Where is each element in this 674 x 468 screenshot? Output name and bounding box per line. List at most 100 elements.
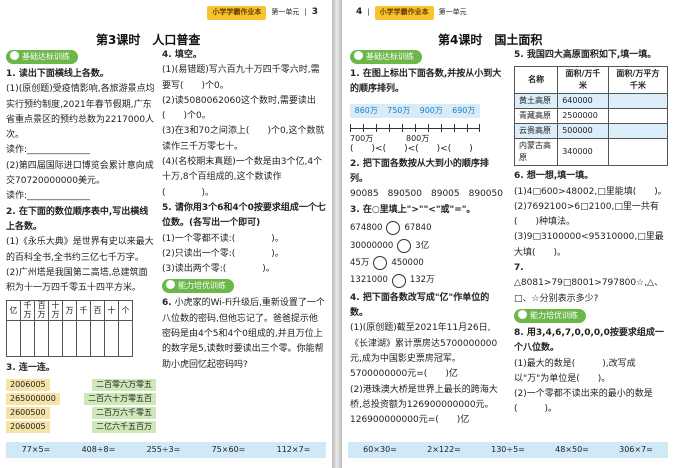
- table-header: 名称: [513, 66, 559, 95]
- question-1-part-2: (2)第四届国际进口博览会累计意向成交70720000000美元。: [6, 160, 154, 187]
- question-6-item[interactable]: (2)7692100>6□2100,□里一共有( )种填法。: [514, 200, 668, 231]
- math-item: 77×5=: [21, 445, 51, 455]
- math-item: 255÷3=: [146, 445, 181, 455]
- match-row[interactable]: 2600500 二百万六千零五: [6, 406, 156, 419]
- question-7-title: 7.: [514, 263, 524, 274]
- compare-row[interactable]: 674800 67840: [350, 221, 506, 236]
- page-number: 4: [356, 7, 363, 18]
- question-1-part-1: (1)(原创题)受疫情影响,各旅游景点均实行预约制度,2021年春节假期,广东省…: [6, 84, 155, 141]
- book-gutter: [332, 0, 342, 468]
- compare-row[interactable]: 1321000 132万: [350, 273, 506, 288]
- question-3-title: 3. 连一连。: [6, 363, 55, 374]
- place-header: 百万: [34, 300, 49, 322]
- question-4-title: 4. 填空。: [162, 50, 202, 60]
- math-item: 306×7=: [619, 445, 653, 455]
- place-header: 个: [118, 300, 133, 322]
- question-8-item[interactable]: (2)一个零都不读出来的最小的数是( )。: [514, 387, 668, 418]
- axis-label: 700万: [350, 133, 374, 143]
- table-row: 青藏高原 2500000: [513, 108, 669, 125]
- left-footer-mental-math: 77×5= 408÷8= 255÷3= 75×60= 112×7=: [6, 442, 326, 458]
- left-column: 基础达标训练 1. 读出下面横线上各数。 (1)(原创题)受疫情影响,各旅游景点…: [6, 48, 156, 435]
- math-item: 75×60=: [211, 445, 246, 455]
- table-header: 面积/万千米: [557, 66, 609, 95]
- compare-row[interactable]: 45万 450000: [350, 256, 506, 271]
- question-4-part-2: (2)港珠澳大桥是世界上最长的跨海大桥,总投资额为126900000000元。: [350, 384, 498, 410]
- left-page: 小学学霸作业本 第一单元 | 3 第3课时 人口普查 基础达标训练 1. 读出下…: [0, 0, 332, 468]
- question-1-read-2[interactable]: 读作:______________: [6, 189, 156, 204]
- axis-label: 800万: [406, 133, 430, 143]
- page-number: 3: [311, 7, 318, 18]
- question-4-eq-2[interactable]: 126900000000元=( )亿: [350, 413, 506, 428]
- place-header: 十: [104, 300, 119, 322]
- question-4-part-1: (1)(原创题)截至2021年11月26日,《长津湖》累计票房达57000000…: [350, 323, 498, 365]
- right-column: 5. 我国四大高原面积如下,填一填。 名称 面积/万千米 面积/万平方千米 黄土…: [513, 48, 669, 418]
- question-1-title: 1. 在图上标出下面各数,并按从小到大的顺序排列。: [350, 69, 502, 95]
- question-2-part-2: (2)广州塔是我国第二高塔,总建筑面积为十一万四千零五十四平方米。: [6, 267, 148, 294]
- table-row: 云贵高原 500000: [513, 123, 669, 140]
- question-8-item[interactable]: (1)最大的数是( ),改写成以"万"为单位是( )。: [514, 357, 668, 388]
- question-6-item[interactable]: (1)4□600>48002,□里能填( )。: [514, 185, 668, 200]
- question-5-title: 5. 我国四大高原面积如下,填一填。: [514, 50, 657, 60]
- math-item: 48×50=: [555, 445, 589, 455]
- match-row[interactable]: 2060005 二亿六千五百万: [6, 420, 156, 433]
- table-row: 黄土高原 640000: [513, 93, 669, 110]
- match-row[interactable]: 265000000 二百六十万零五百: [6, 392, 156, 405]
- right-page: 4 | 小学学霸作业本 第一单元 第4课时 国土面积 基础达标训练 1. 在图上…: [342, 0, 674, 468]
- basic-training-tag: 基础达标训练: [6, 50, 78, 64]
- math-item: 2×122=: [427, 445, 461, 455]
- match-row[interactable]: 2006005 二百零六万零五: [6, 378, 156, 391]
- question-6-title: 6. 想一想,填一填。: [514, 171, 594, 182]
- question-2-title: 2. 把下面各数按从大到小的顺序排列。: [350, 158, 489, 185]
- plateau-area-table[interactable]: 名称 面积/万千米 面积/万平方千米 黄土高原 640000 青藏高原 250000…: [513, 66, 669, 167]
- ability-training-tag: 能力培优训练: [514, 308, 586, 323]
- place-header: 千: [76, 300, 91, 322]
- right-header: 4 | 小学学霸作业本 第一单元: [356, 6, 467, 20]
- question-2-numbers: 90085 890500 89005 890050: [350, 189, 503, 200]
- number-line[interactable]: 860万 750万 900万 690万 700万 800万: [350, 102, 480, 143]
- series-badge: 小学学霸作业本: [207, 6, 267, 20]
- question-2-part-1: (1)《永乐大典》是世界有史以来最大的百科全书,全书约三亿七千万字。: [6, 237, 154, 263]
- math-item: 60×30=: [363, 445, 397, 455]
- question-4-title: 4. 把下面各数改写成"亿"作单位的数。: [350, 292, 490, 319]
- question-4-item[interactable]: (4)(名校期末真题)一个数是由3个亿,4个十万,8个百组成的,这个数读作( )…: [162, 155, 326, 201]
- basic-training-tag: 基础达标训练: [350, 50, 422, 64]
- left-column: 基础达标训练 1. 在图上标出下面各数,并按从小到大的顺序排列。 860万 750…: [350, 48, 506, 429]
- place-header: 万: [62, 300, 77, 322]
- ability-training-tag: 能力培优训练: [162, 279, 234, 294]
- place-header: 十万: [48, 300, 63, 322]
- place-header: 千万: [20, 300, 35, 322]
- math-item: 130÷5=: [491, 445, 525, 455]
- question-1-read-1[interactable]: 读作:______________: [6, 143, 156, 158]
- right-footer-mental-math: 60×30= 2×122= 130÷5= 48×50= 306×7=: [348, 442, 668, 458]
- question-4-item[interactable]: (3)在3和70之间添上( )个0,这个数就读作三千万零七十。: [162, 124, 326, 155]
- place-value-table[interactable]: 亿 千万 百万 十万 万 千 百 十 个: [6, 300, 133, 358]
- place-header: 亿: [6, 300, 21, 322]
- table-row: 内蒙古高原 340000: [513, 138, 669, 167]
- book-spread: 小学学霸作业本 第一单元 | 3 第3课时 人口普查 基础达标训练 1. 读出下…: [0, 0, 674, 468]
- right-column: 4. 填空。 (1)(易错题)写六百九十万四千零六时,需要写( )个0。 (2)…: [162, 48, 326, 373]
- question-2-title: 2. 在下面的数位顺序表中,写出横线上各数。: [6, 206, 149, 232]
- number-line-values: 860万 750万 900万 690万: [350, 103, 480, 118]
- question-6-text: 小虎家的Wi-Fi升级后,重新设置了一个八位数的密码,但他忘记了。爸爸提示他密码…: [162, 298, 325, 370]
- unit-label: 第一单元: [271, 8, 300, 17]
- question-1-title: 1. 读出下面横线上各数。: [6, 69, 109, 79]
- question-5-item[interactable]: (3)读出两个零:( )。: [162, 262, 326, 277]
- table-header: 面积/万平方千米: [607, 66, 669, 95]
- question-7-text: △8081>79□8001>797800☆,△、□、☆分别表示多少?: [514, 278, 663, 304]
- question-5-title: 5. 请你用3个6和4个0按要求组成一个七位数。(各写出一个即可): [162, 202, 326, 229]
- unit-label: 第一单元: [438, 8, 467, 17]
- question-8-title: 8. 用3,4,6,7,0,0,0,0按要求组成一个八位数。: [514, 327, 664, 354]
- compare-row[interactable]: 30000000 3亿: [350, 238, 506, 253]
- math-item: 408÷8=: [81, 445, 116, 455]
- left-header: 小学学霸作业本 第一单元 | 3: [207, 6, 318, 20]
- question-5-item[interactable]: (2)只读出一个零:( )。: [162, 247, 326, 262]
- math-item: 112×7=: [276, 445, 311, 455]
- question-5-item[interactable]: (1)一个零都不读:( )。: [162, 232, 326, 247]
- series-badge: 小学学霸作业本: [374, 6, 434, 20]
- question-4-eq-1[interactable]: 5700000000元=( )亿: [350, 367, 506, 382]
- question-4-item[interactable]: (1)(易错题)写六百九十万四千零六时,需要写( )个0。: [162, 63, 326, 94]
- question-3-title: 3. 在○里填上">""<"或"="。: [350, 204, 476, 215]
- question-6-item[interactable]: (3)9□3100000<95310000,□里最大填( )。: [514, 230, 668, 261]
- question-6-title: 6.: [162, 298, 172, 309]
- question-4-item[interactable]: (2)读5080062060这个数时,需要读出( )个0。: [162, 94, 326, 125]
